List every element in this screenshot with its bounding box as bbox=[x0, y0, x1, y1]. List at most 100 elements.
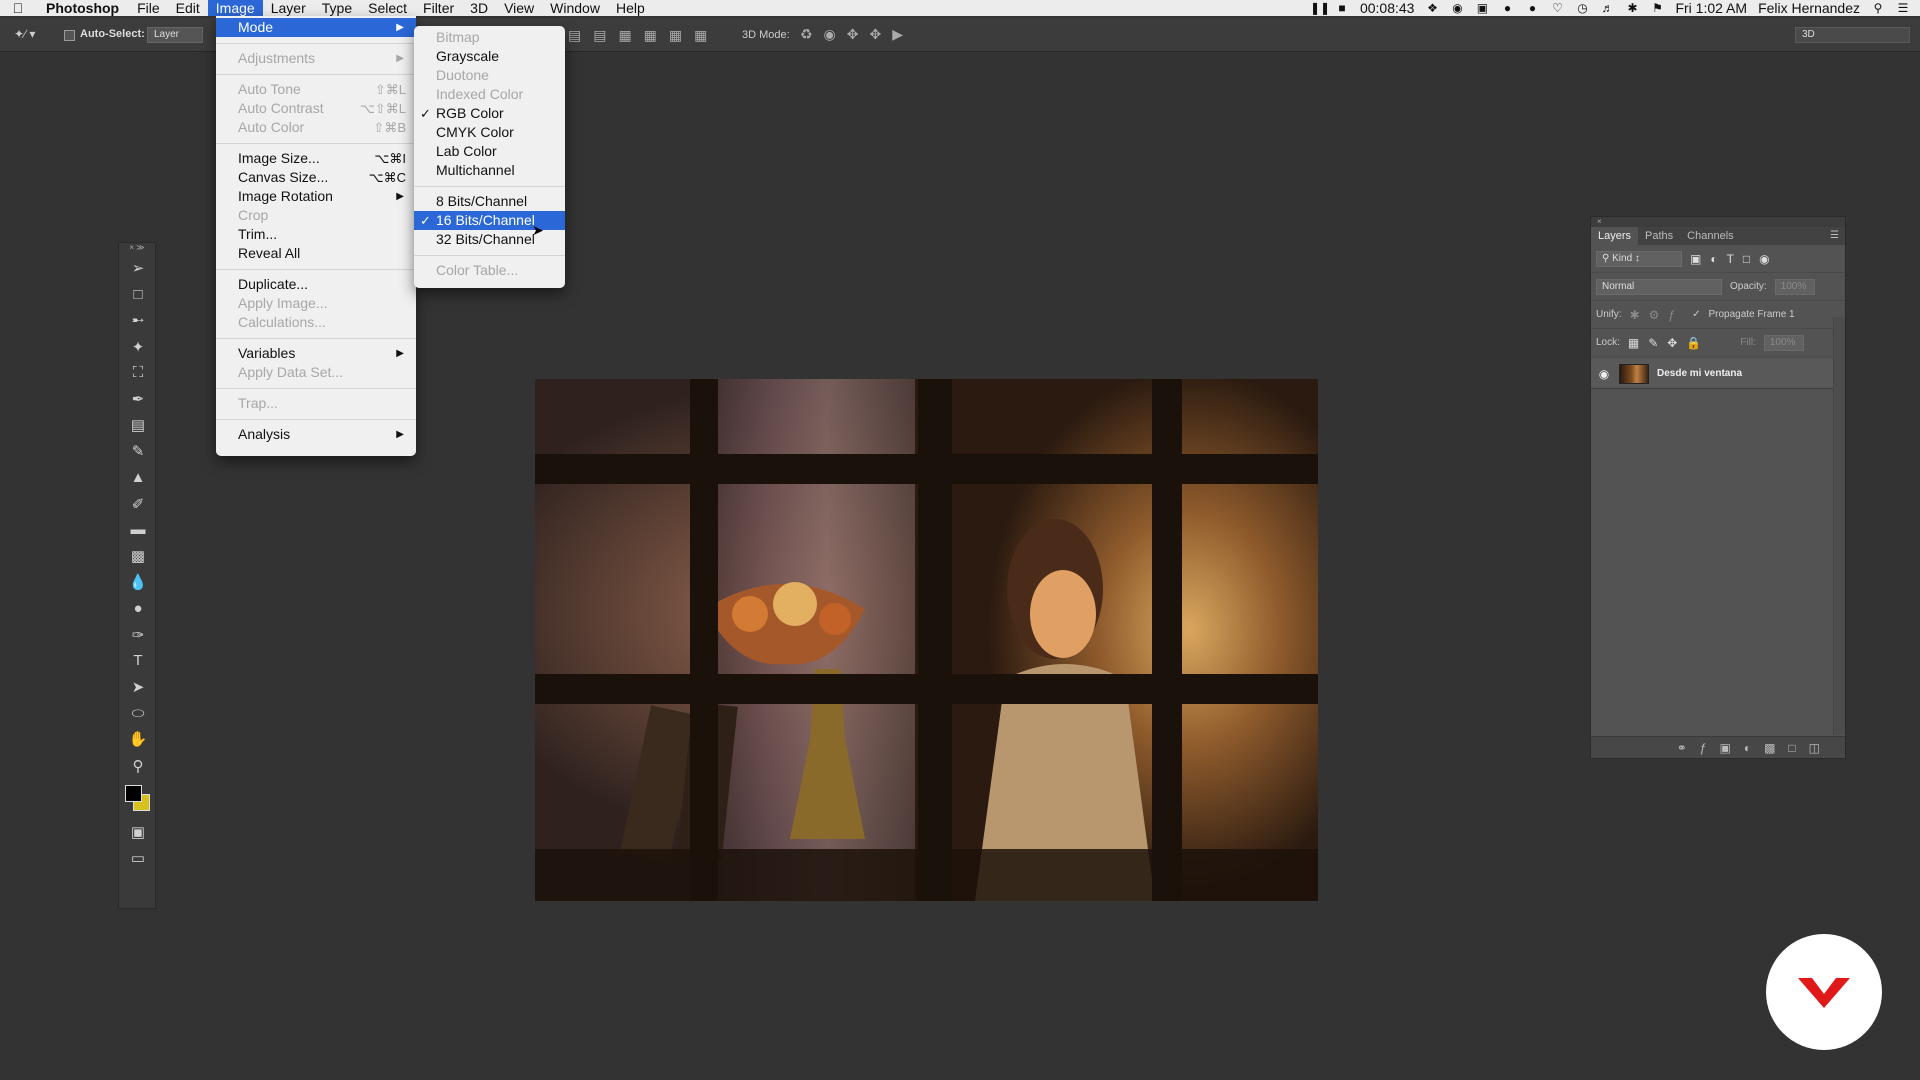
opacity-label: Opacity: bbox=[1730, 281, 1767, 292]
brush-tool-icon[interactable]: ✎ bbox=[119, 438, 157, 464]
menu-item-image-size[interactable]: Image Size... ⌥⌘I bbox=[216, 149, 416, 168]
time-machine-icon[interactable]: ◷ bbox=[1575, 2, 1589, 14]
menu-item-label: 16 Bits/Channel bbox=[436, 212, 535, 228]
menu-item-trim[interactable]: Trim... bbox=[216, 225, 416, 244]
tools-panel-header[interactable]: × ≫ bbox=[119, 243, 155, 255]
panel-menu-icon[interactable]: ☰ bbox=[1830, 227, 1845, 245]
app-menu[interactable]: Photoshop bbox=[36, 0, 129, 16]
mode-item-multichannel[interactable]: Multichannel bbox=[414, 161, 565, 180]
marquee-tool-icon[interactable]: □ bbox=[119, 281, 157, 307]
magic-wand-tool-icon[interactable]: ✦ bbox=[119, 334, 157, 360]
foreground-color-swatch[interactable] bbox=[125, 784, 142, 802]
auto-select-target-dropdown[interactable]: Layer bbox=[147, 27, 203, 43]
zoom-tool-icon[interactable]: ⚲ bbox=[119, 753, 157, 779]
clone-stamp-tool-icon[interactable]: ▲ bbox=[119, 465, 157, 491]
menu-item-analysis[interactable]: Analysis ▶ bbox=[216, 425, 416, 444]
panel-header-bar[interactable]: × bbox=[1591, 217, 1845, 227]
pen-tool-icon[interactable]: ✑ bbox=[119, 622, 157, 648]
mode-item-lab-color[interactable]: Lab Color bbox=[414, 142, 565, 161]
filter-type-icons[interactable]: ▣◐T□◉ bbox=[1690, 252, 1779, 266]
menu-window[interactable]: Window bbox=[542, 0, 608, 16]
menu-item-variables[interactable]: Variables ▶ bbox=[216, 344, 416, 363]
menu-filter[interactable]: Filter bbox=[415, 0, 462, 16]
path-selection-tool-icon[interactable]: ➤ bbox=[119, 674, 157, 700]
workspace-dropdown[interactable]: 3D bbox=[1795, 27, 1910, 43]
tool-preset-picker[interactable]: ✦∕ ▾ bbox=[14, 27, 35, 41]
mode-3d-label: 3D Mode: bbox=[742, 29, 790, 41]
quick-mask-icon[interactable]: ▣ bbox=[119, 819, 157, 845]
filter-kind-dropdown[interactable]: ⚲ Kind ↕ bbox=[1596, 250, 1682, 267]
menu-item-label: Variables bbox=[238, 345, 296, 361]
type-tool-icon[interactable]: T bbox=[119, 648, 157, 674]
layers-footer-icons[interactable]: ⚭ƒ▣◐▩□◫ bbox=[1591, 736, 1845, 758]
auto-select-checkbox[interactable] bbox=[64, 30, 75, 41]
menu-view[interactable]: View bbox=[496, 0, 542, 16]
lock-icons[interactable]: ▦✎✥🔒 bbox=[1628, 336, 1710, 350]
menu-select[interactable]: Select bbox=[360, 0, 415, 16]
ellipse-tool-icon[interactable]: ⬭ bbox=[119, 700, 157, 726]
menu-item-mode[interactable]: Mode ▶ bbox=[216, 18, 416, 37]
menu-edit[interactable]: Edit bbox=[168, 0, 208, 16]
eyedropper-tool-icon[interactable]: ✒ bbox=[119, 386, 157, 412]
pause-icon[interactable]: ❚❚ bbox=[1310, 2, 1330, 14]
fill-field[interactable]: 100% bbox=[1763, 334, 1804, 351]
color-swatches[interactable] bbox=[119, 779, 157, 819]
move-tool-icon[interactable]: ➢ bbox=[119, 255, 157, 281]
menu-item-apply-image: Apply Image... bbox=[216, 294, 416, 313]
menu-file[interactable]: File bbox=[129, 0, 168, 16]
healing-brush-tool-icon[interactable]: ▤ bbox=[119, 412, 157, 438]
app-status-icon-2[interactable]: ● bbox=[1525, 2, 1539, 14]
flag-icon[interactable]: ⚑ bbox=[1650, 2, 1664, 14]
menu-list-icon[interactable]: ☰ bbox=[1896, 2, 1910, 14]
menu-layer[interactable]: Layer bbox=[263, 0, 314, 16]
tab-layers[interactable]: Layers bbox=[1591, 227, 1639, 245]
screen-mode-icon[interactable]: ▭ bbox=[119, 845, 157, 871]
eraser-tool-icon[interactable]: ▬ bbox=[119, 517, 157, 543]
volume-icon[interactable]: ♬ bbox=[1600, 2, 1614, 14]
mode-item-rgb-color[interactable]: ✓ RGB Color bbox=[414, 104, 565, 123]
history-brush-tool-icon[interactable]: ✐ bbox=[119, 491, 157, 517]
mode-item-8-bits[interactable]: 8 Bits/Channel bbox=[414, 192, 565, 211]
search-icon[interactable]: ⚲ bbox=[1871, 2, 1885, 14]
menu-3d[interactable]: 3D bbox=[462, 0, 496, 16]
hand-tool-icon[interactable]: ✋ bbox=[119, 726, 157, 752]
tab-channels[interactable]: Channels bbox=[1680, 227, 1740, 245]
layers-scrollbar[interactable] bbox=[1833, 317, 1845, 735]
menu-help[interactable]: Help bbox=[608, 0, 653, 16]
user-name[interactable]: Felix Hernandez bbox=[1758, 0, 1860, 16]
lasso-tool-icon[interactable]: ➸ bbox=[119, 307, 157, 333]
menu-item-label: Mode bbox=[238, 19, 274, 35]
layer-row[interactable]: ◉ Desde mi ventana bbox=[1591, 359, 1845, 389]
propagate-checkbox[interactable]: ✓ bbox=[1692, 309, 1700, 320]
tab-paths[interactable]: Paths bbox=[1638, 227, 1680, 245]
blend-mode-dropdown[interactable]: Normal bbox=[1596, 278, 1722, 295]
menu-image[interactable]: Image bbox=[207, 0, 263, 16]
menu-item-reveal-all[interactable]: Reveal All bbox=[216, 244, 416, 263]
cloud-icon[interactable]: ♡ bbox=[1550, 2, 1564, 14]
bluetooth-icon[interactable]: ✱ bbox=[1625, 2, 1639, 14]
app-status-icon[interactable]: ● bbox=[1500, 2, 1514, 14]
menu-item-duplicate[interactable]: Duplicate... bbox=[216, 275, 416, 294]
recording-icon[interactable]: ■ bbox=[1335, 2, 1349, 14]
document-canvas[interactable] bbox=[535, 379, 1318, 901]
align-distribute-icons[interactable]: ▤▤▦▦▦▦ bbox=[568, 27, 719, 44]
menu-type[interactable]: Type bbox=[314, 0, 360, 16]
gradient-tool-icon[interactable]: ▩ bbox=[119, 543, 157, 569]
notes-icon[interactable]: ▣ bbox=[1475, 2, 1489, 14]
dropbox-icon[interactable]: ❖ bbox=[1425, 2, 1439, 14]
unify-icons[interactable]: ✱⚙ƒ bbox=[1630, 308, 1685, 322]
blur-tool-icon[interactable]: 💧 bbox=[119, 569, 157, 595]
mode-item-cmyk-color[interactable]: CMYK Color bbox=[414, 123, 565, 142]
dodge-tool-icon[interactable]: ● bbox=[119, 595, 157, 621]
menu-item-adjustments: Adjustments ▶ bbox=[216, 49, 416, 68]
sync-icon[interactable]: ◉ bbox=[1450, 2, 1464, 14]
crop-tool-icon[interactable]: ⛶ bbox=[119, 360, 157, 386]
menu-item-image-rotation[interactable]: Image Rotation ▶ bbox=[216, 187, 416, 206]
clock[interactable]: Fri 1:02 AM bbox=[1675, 0, 1747, 16]
mode-item-grayscale[interactable]: Grayscale bbox=[414, 47, 565, 66]
visibility-eye-icon[interactable]: ◉ bbox=[1597, 367, 1611, 381]
apple-icon[interactable]:  bbox=[0, 0, 36, 16]
mode-3d-icons[interactable]: ♻◉✥✥▶ bbox=[800, 26, 914, 43]
menu-item-canvas-size[interactable]: Canvas Size... ⌥⌘C bbox=[216, 168, 416, 187]
opacity-field[interactable]: 100% bbox=[1774, 278, 1815, 295]
